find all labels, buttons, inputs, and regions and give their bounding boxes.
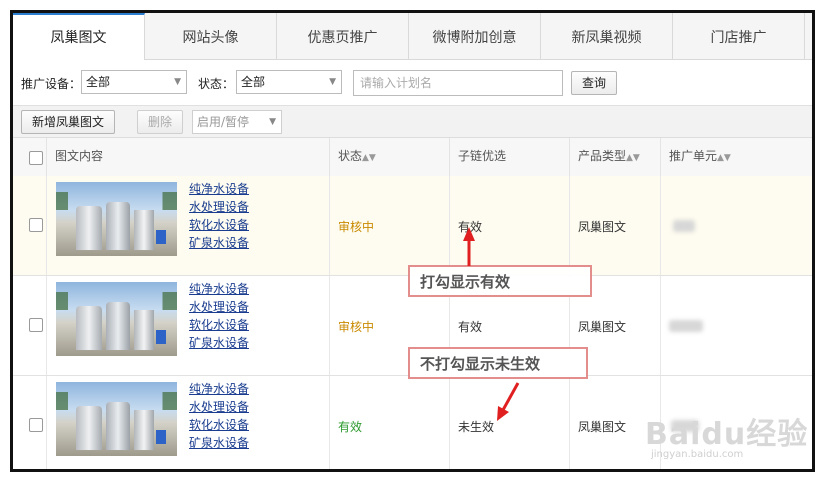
annotation-arrows	[463, 227, 520, 421]
red-arrow-icon	[497, 382, 520, 421]
red-arrow-icon	[463, 227, 475, 266]
watermark-brand: Baidu经验	[645, 417, 809, 452]
baidu-jingyan-watermark: Baidu经验 jingyan.baidu.com	[645, 409, 808, 460]
screenshot-frame: 凤巢图文 网站头像 优惠页推广 微博附加创意 新凤巢视频 门店推广 推广设备： …	[10, 10, 815, 472]
